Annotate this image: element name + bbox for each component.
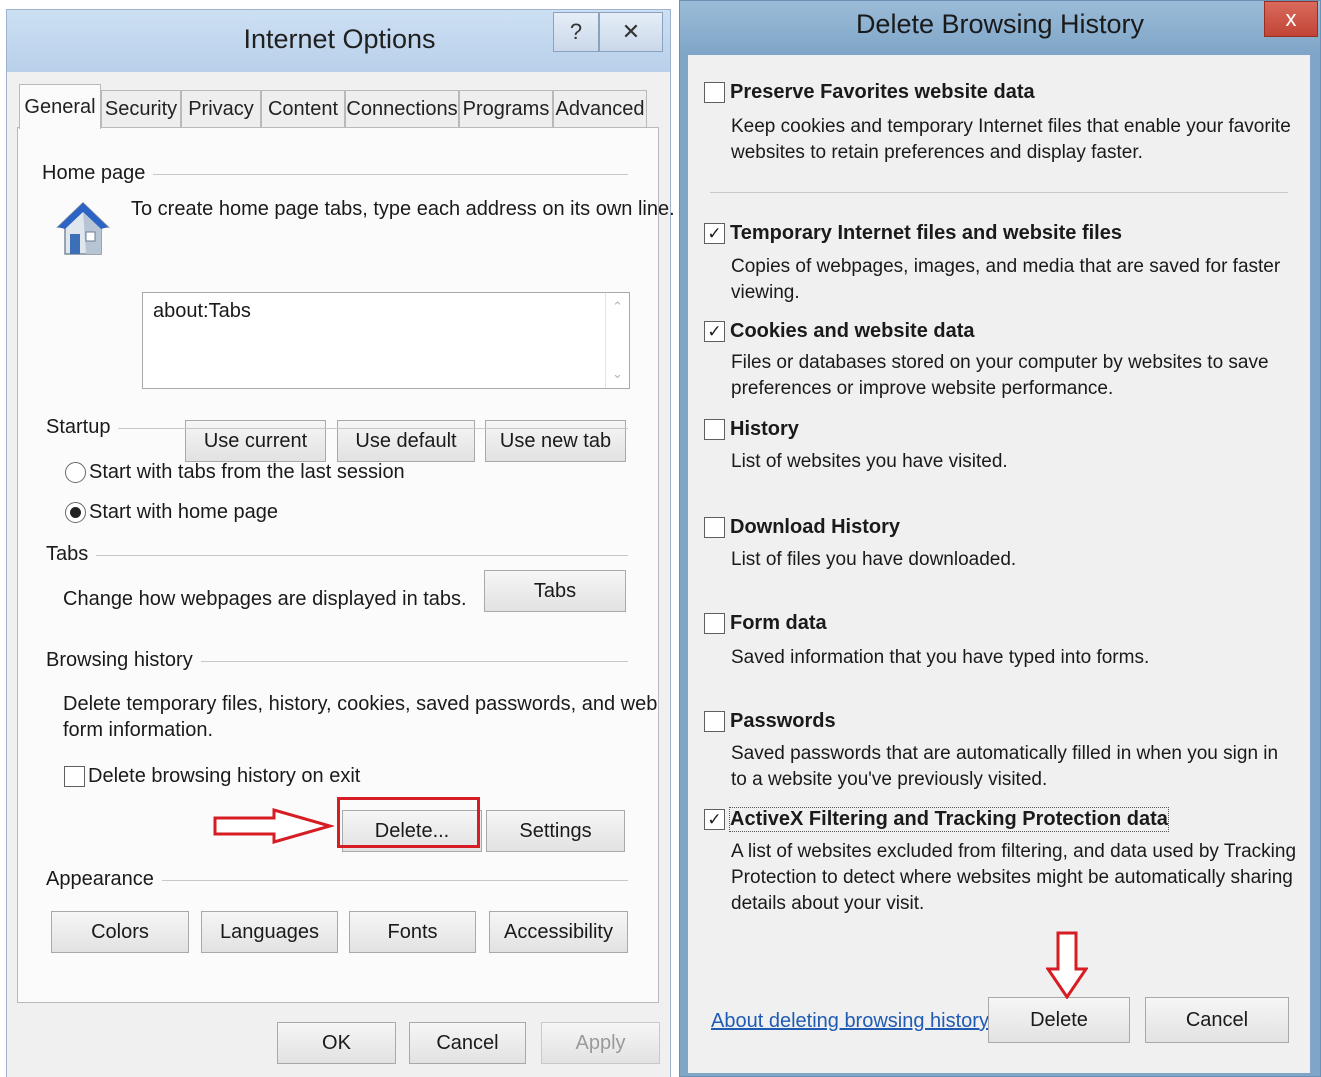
- startup-last-session-radio[interactable]: [65, 462, 86, 483]
- startup-home-page-label: Start with home page: [89, 501, 278, 523]
- use-default-button[interactable]: Use default: [337, 420, 475, 462]
- temporary-files-title: Temporary Internet files and website fil…: [730, 222, 1122, 244]
- startup-home-page-radio[interactable]: [65, 502, 86, 523]
- scroll-down-icon[interactable]: ⌄: [612, 366, 623, 382]
- io-cancel-button[interactable]: Cancel: [409, 1022, 526, 1064]
- home-page-value: about:Tabs: [153, 300, 251, 322]
- tabs-settings-button[interactable]: Tabs: [484, 570, 626, 612]
- browsing-history-description-line2: form information.: [63, 719, 214, 741]
- history-checkbox[interactable]: [704, 419, 725, 440]
- use-current-button[interactable]: Use current: [185, 420, 326, 462]
- cookies-desc-line1: Files or databases stored on your comput…: [731, 352, 1269, 373]
- cookies-desc-line2: preferences or improve website performan…: [731, 378, 1114, 399]
- passwords-checkbox[interactable]: [704, 711, 725, 732]
- tabs-divider: [46, 555, 628, 556]
- home-page-instruction: To create home page tabs, type each addr…: [131, 198, 675, 220]
- temporary-files-checkbox[interactable]: ✓: [704, 223, 725, 244]
- tab-advanced[interactable]: Advanced: [553, 90, 647, 128]
- home-page-group-label: Home page: [42, 162, 154, 185]
- red-arrow-right-icon: [212, 808, 336, 844]
- home-page-scrollbar[interactable]: ⌃ ⌄: [605, 293, 629, 388]
- download-history-desc-line1: List of files you have downloaded.: [731, 549, 1017, 570]
- delete-button-highlight: [337, 797, 480, 848]
- browsing-history-description-line1: Delete temporary files, history, cookies…: [63, 693, 658, 715]
- home-icon: [56, 200, 110, 258]
- delete-browsing-history-dialog: Delete Browsing History x Preserve Favor…: [679, 0, 1321, 1077]
- preserve-favorites-title: Preserve Favorites website data: [730, 81, 1035, 103]
- dbh-cancel-button[interactable]: Cancel: [1145, 997, 1289, 1043]
- accessibility-button[interactable]: Accessibility: [489, 911, 628, 953]
- ok-button[interactable]: OK: [277, 1022, 396, 1064]
- browsing-history-group-label: Browsing history: [46, 649, 201, 672]
- dbh-title-bar: Delete Browsing History x: [680, 1, 1320, 55]
- tab-security[interactable]: Security: [101, 90, 181, 128]
- about-deleting-history-link[interactable]: About deleting browsing history: [711, 1010, 989, 1033]
- activex-tracking-checkbox[interactable]: ✓: [704, 809, 725, 830]
- dbh-title: Delete Browsing History: [855, 9, 1145, 39]
- download-history-title: Download History: [730, 516, 901, 538]
- preserve-favorites-desc-line2: websites to retain preferences and displ…: [731, 142, 1143, 163]
- scroll-up-icon[interactable]: ⌃: [612, 299, 623, 315]
- tab-privacy[interactable]: Privacy: [181, 90, 261, 128]
- dbh-close-button[interactable]: x: [1264, 1, 1318, 37]
- tab-programs[interactable]: Programs: [459, 90, 553, 128]
- startup-divider: [46, 428, 628, 429]
- activex-tracking-desc-line2: Protection to detect where websites migh…: [731, 867, 1293, 888]
- help-button[interactable]: ?: [553, 12, 599, 52]
- dbh-divider: [710, 192, 1288, 193]
- tabs-group-label: Tabs: [46, 543, 97, 566]
- tab-general[interactable]: General: [19, 84, 101, 129]
- home-page-textarea[interactable]: about:Tabs ⌃ ⌄: [142, 292, 630, 389]
- passwords-title: Passwords: [730, 710, 836, 732]
- passwords-desc-line1: Saved passwords that are automatically f…: [731, 743, 1279, 764]
- activex-tracking-title: ActiveX Filtering and Tracking Protectio…: [729, 807, 1169, 832]
- general-tab-panel: Home page To create home page tabs, type…: [17, 127, 675, 1003]
- history-desc-line1: List of websites you have visited.: [731, 451, 1008, 472]
- io-body: General Security Privacy Content Connect…: [7, 72, 675, 1077]
- fonts-button[interactable]: Fonts: [349, 911, 476, 953]
- appearance-group-label: Appearance: [46, 868, 162, 891]
- activex-tracking-desc-line3: details about your visit.: [731, 893, 925, 914]
- startup-group-label: Startup: [46, 416, 119, 439]
- history-settings-button[interactable]: Settings: [486, 810, 625, 852]
- tab-connections[interactable]: Connections: [345, 90, 459, 128]
- internet-options-dialog: Internet Options ? ✕ General Security Pr…: [6, 9, 675, 1077]
- cookies-title: Cookies and website data: [730, 320, 975, 342]
- apply-button[interactable]: Apply: [541, 1022, 660, 1064]
- download-history-checkbox[interactable]: [704, 517, 725, 538]
- colors-button[interactable]: Colors: [51, 911, 189, 953]
- form-data-desc-line1: Saved information that you have typed in…: [731, 647, 1150, 668]
- cookies-checkbox[interactable]: ✓: [704, 321, 725, 342]
- io-close-button[interactable]: ✕: [599, 12, 663, 52]
- temporary-files-desc-line2: viewing.: [731, 282, 800, 303]
- delete-on-exit-checkbox[interactable]: [64, 766, 85, 787]
- preserve-favorites-checkbox[interactable]: [704, 82, 725, 103]
- use-new-tab-button[interactable]: Use new tab: [485, 420, 626, 462]
- form-data-checkbox[interactable]: [704, 613, 725, 634]
- io-title-bar: Internet Options ? ✕: [7, 10, 670, 72]
- history-title: History: [730, 418, 799, 440]
- delete-on-exit-label: Delete browsing history on exit: [88, 765, 361, 787]
- tab-content[interactable]: Content: [261, 90, 345, 128]
- languages-button[interactable]: Languages: [201, 911, 338, 953]
- dbh-body: Preserve Favorites website data Keep coo…: [688, 55, 1310, 1073]
- activex-tracking-desc-line1: A list of websites excluded from filteri…: [731, 841, 1297, 862]
- form-data-title: Form data: [730, 612, 827, 634]
- preserve-favorites-desc-line1: Keep cookies and temporary Internet file…: [731, 116, 1291, 137]
- red-arrow-down-icon: [1045, 931, 1089, 1000]
- startup-last-session-label: Start with tabs from the last session: [89, 461, 405, 483]
- temporary-files-desc-line1: Copies of webpages, images, and media th…: [731, 256, 1281, 277]
- passwords-desc-line2: to a website you've previously visited.: [731, 769, 1048, 790]
- dbh-delete-button[interactable]: Delete: [988, 997, 1130, 1043]
- tabs-description: Change how webpages are displayed in tab…: [63, 588, 467, 610]
